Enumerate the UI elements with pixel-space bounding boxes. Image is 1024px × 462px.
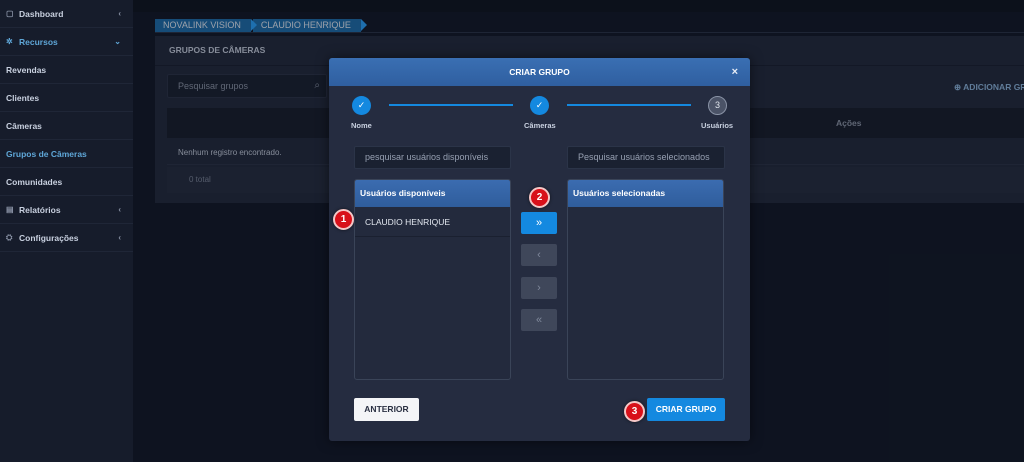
step-connector <box>389 104 513 106</box>
previous-button[interactable]: ANTERIOR <box>354 398 419 421</box>
sidebar-item-label: Grupos de Câmeras <box>6 148 87 159</box>
sidebar-item-label: Clientes <box>6 92 40 103</box>
dashboard-icon: ▢ <box>6 9 14 18</box>
document-icon: ▤ <box>6 205 14 214</box>
step-label-usuarios: Usuários <box>701 121 734 130</box>
sidebar-item-clientes[interactable]: Clientes <box>0 84 133 112</box>
annotation-badge-3: 3 <box>624 401 645 422</box>
search-available-placeholder: pesquisar usuários disponíveis <box>365 152 489 162</box>
move-left-button[interactable]: ‹ <box>521 244 557 266</box>
modal-title: CRIAR GRUPO <box>509 67 570 77</box>
create-group-modal: CRIAR GRUPO × ✓ ✓ 3 Nome Câmeras Usuário… <box>329 58 750 441</box>
sidebar-item-label: Relatórios <box>19 204 61 215</box>
sidebar-item-grupos-de-cameras[interactable]: Grupos de Câmeras <box>0 140 133 168</box>
annotation-badge-2: 2 <box>529 187 550 208</box>
step-connector <box>567 104 691 106</box>
sidebar-item-label: Dashboard <box>19 8 64 19</box>
move-right-button[interactable]: › <box>521 277 557 299</box>
sidebar-item-cameras[interactable]: Câmeras <box>0 112 133 140</box>
step-label-cameras: Câmeras <box>524 121 556 130</box>
sidebar-item-label: Configurações <box>19 232 79 243</box>
search-selected-users-input[interactable]: Pesquisar usuários selecionados <box>567 146 725 169</box>
sidebar-item-label: Revendas <box>6 64 47 75</box>
sidebar-item-revendas[interactable]: Revendas <box>0 56 133 84</box>
chevron-left-icon: ‹ <box>118 205 121 214</box>
sidebar-item-label: Câmeras <box>6 120 42 131</box>
sidebar-item-relatorios[interactable]: ▤ Relatórios ‹ <box>0 196 133 224</box>
available-users-list: Usuários disponíveis CLAUDIO HENRIQUE <box>354 179 511 380</box>
step-nome-check-icon[interactable]: ✓ <box>352 96 371 115</box>
sidebar-item-comunidades[interactable]: Comunidades <box>0 168 133 196</box>
step-label-nome: Nome <box>351 121 372 130</box>
create-group-button[interactable]: CRIAR GRUPO <box>647 398 725 421</box>
chevron-left-icon: ‹ <box>118 9 121 18</box>
list-item[interactable]: CLAUDIO HENRIQUE <box>355 207 510 237</box>
search-selected-placeholder: Pesquisar usuários selecionados <box>578 152 710 162</box>
sidebar: ▢ Dashboard ‹ ✲ Recursos ⌄ Revendas Clie… <box>0 0 133 462</box>
selected-users-header: Usuários selecionadas <box>568 180 723 207</box>
annotation-badge-1: 1 <box>333 209 354 230</box>
step-usuarios-number[interactable]: 3 <box>708 96 727 115</box>
search-available-users-input[interactable]: pesquisar usuários disponíveis <box>354 146 511 169</box>
close-icon[interactable]: × <box>732 58 738 86</box>
available-users-header: Usuários disponíveis <box>355 180 510 207</box>
sidebar-item-dashboard[interactable]: ▢ Dashboard ‹ <box>0 0 133 28</box>
modal-header: CRIAR GRUPO × <box>329 58 750 86</box>
step-cameras-check-icon[interactable]: ✓ <box>530 96 549 115</box>
move-all-right-button[interactable]: » <box>521 212 557 234</box>
chevron-down-icon: ⌄ <box>114 37 121 46</box>
chevron-left-icon: ‹ <box>118 233 121 242</box>
selected-users-list: Usuários selecionadas <box>567 179 724 380</box>
settings-icon: ⛭ <box>6 232 13 242</box>
sidebar-item-recursos[interactable]: ✲ Recursos ⌄ <box>0 28 133 56</box>
move-all-left-button[interactable]: « <box>521 309 557 331</box>
sidebar-item-configuracoes[interactable]: ⛭ Configurações ‹ <box>0 224 133 252</box>
sidebar-item-label: Recursos <box>19 36 58 47</box>
sidebar-item-label: Comunidades <box>6 176 63 187</box>
gear-icon: ✲ <box>6 37 13 46</box>
